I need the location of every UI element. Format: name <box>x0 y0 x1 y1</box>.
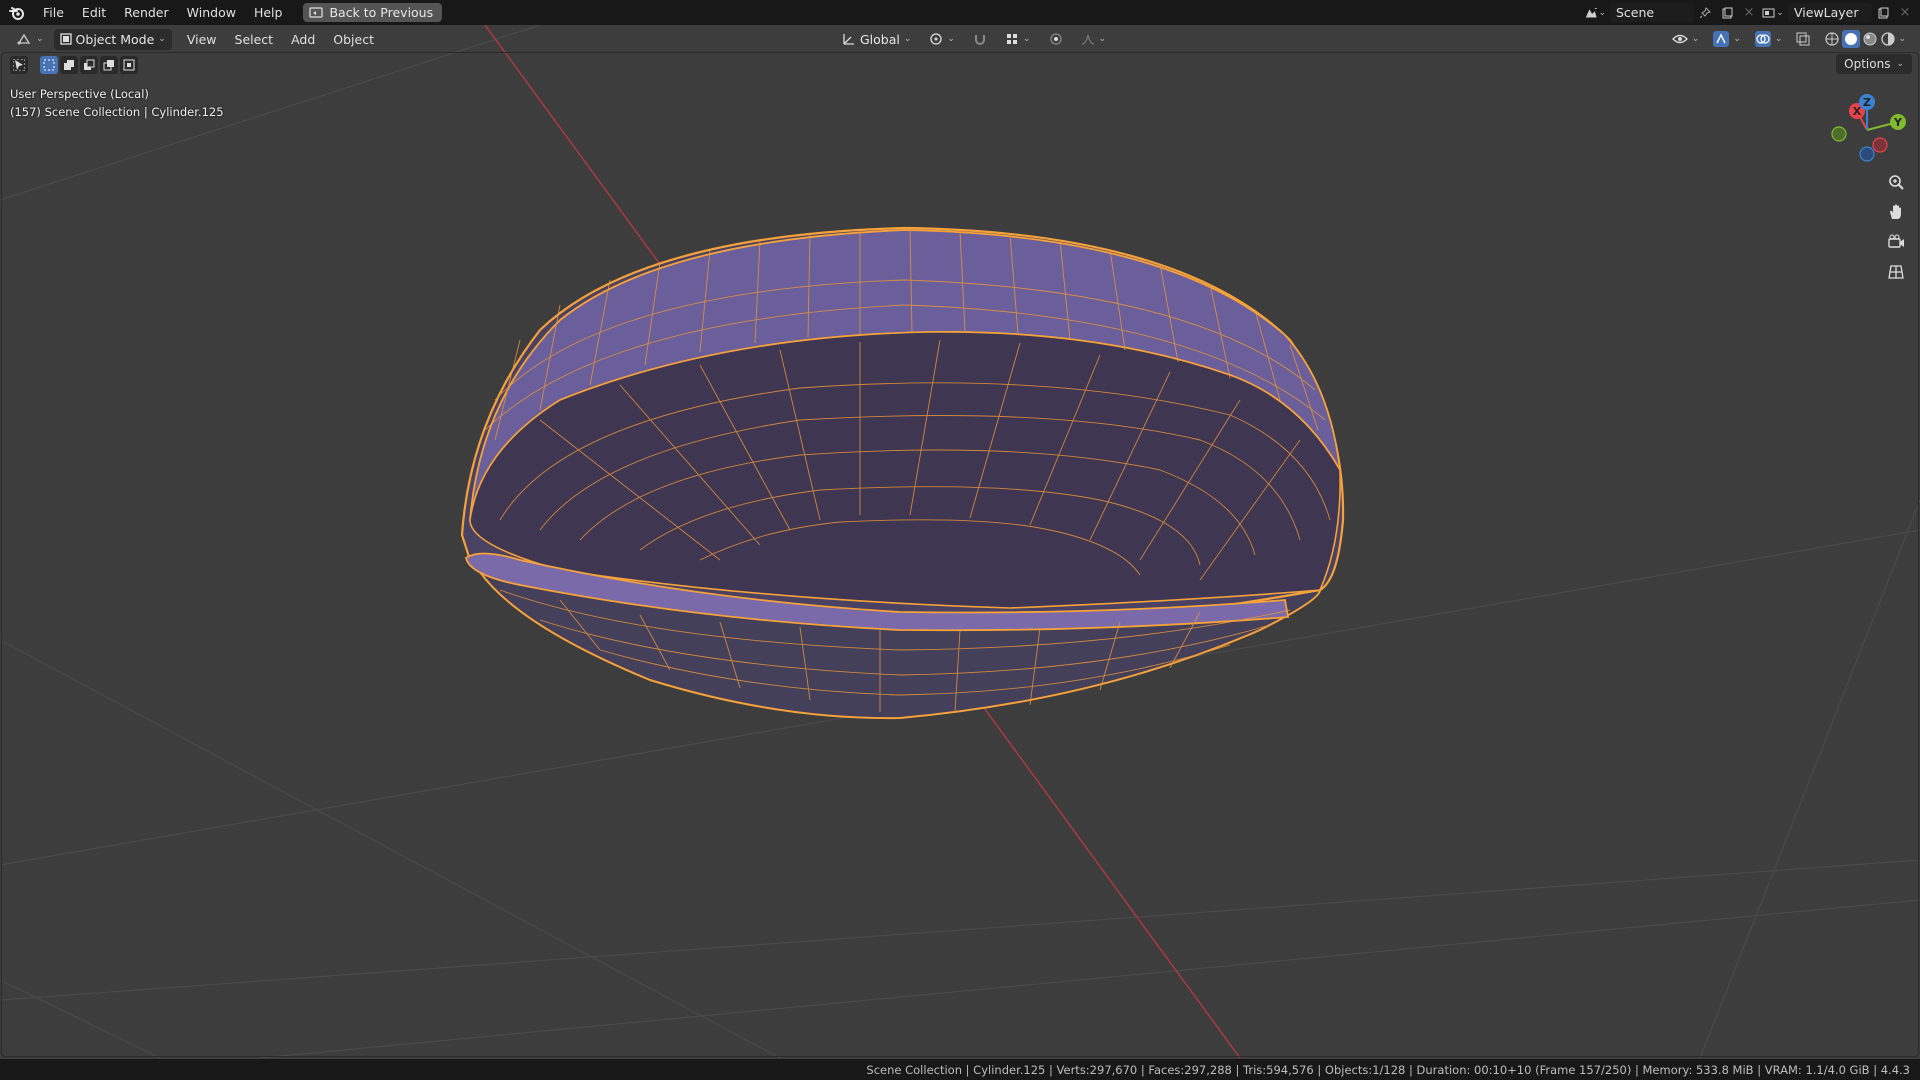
select-subtract-icon <box>84 59 95 70</box>
menu-select[interactable]: Select <box>226 32 283 47</box>
rendered-shading-icon[interactable] <box>1880 31 1896 47</box>
pivot-icon <box>930 33 943 45</box>
pin-icon[interactable] <box>1694 3 1716 22</box>
gizmo-neg-x[interactable] <box>1872 137 1888 153</box>
collection-label: (157) Scene Collection | Cylinder.125 <box>10 105 224 119</box>
view-layer-selector: ⌄ ViewLayer × <box>1762 2 1916 23</box>
camera-view-button[interactable] <box>1884 230 1908 254</box>
snap-toggle[interactable] <box>967 29 993 50</box>
view-layer-name-field[interactable]: ViewLayer <box>1788 3 1872 22</box>
eye-icon <box>1671 34 1688 44</box>
back-to-previous-label: Back to Previous <box>329 5 434 20</box>
viewport-header: ⌄ Object Mode ⌄ View Select Add Object G… <box>0 27 1920 51</box>
3d-viewport-icon <box>17 33 31 45</box>
camera-icon <box>1888 234 1904 248</box>
overlays-icon <box>1754 31 1771 47</box>
snap-target-dropdown[interactable]: ⌄ <box>999 29 1037 50</box>
pan-button[interactable] <box>1884 200 1908 224</box>
object-mode-icon <box>59 33 72 45</box>
menu-window[interactable]: Window <box>178 0 245 25</box>
scene-selector: ⌄ Scene × <box>1584 2 1760 23</box>
proportional-falloff-dropdown[interactable]: ⌄ <box>1075 29 1113 50</box>
new-scene-icon[interactable] <box>1716 3 1738 22</box>
selected-mesh-object[interactable] <box>460 226 1345 720</box>
screen-icon <box>309 6 324 18</box>
options-dropdown[interactable]: Options ⌄ <box>1836 54 1912 74</box>
visibility-dropdown[interactable]: ⌄ <box>1666 29 1706 50</box>
cursor-icon <box>13 59 25 71</box>
navigation-gizmo[interactable]: X Y Z <box>1820 88 1910 168</box>
shading-buttons: ⌄ <box>1818 29 1912 50</box>
select-new-mode[interactable] <box>40 56 58 74</box>
menu-file[interactable]: File <box>34 0 73 25</box>
menu-object[interactable]: Object <box>324 32 383 47</box>
material-shading-icon[interactable] <box>1862 31 1878 47</box>
select-intersect-icon <box>123 59 135 71</box>
transform-orientation-dropdown[interactable]: Global ⌄ <box>836 29 917 50</box>
blender-logo-icon[interactable] <box>0 0 34 25</box>
zoom-icon <box>1889 175 1904 190</box>
pivot-point-dropdown[interactable]: ⌄ <box>923 29 961 50</box>
wireframe-shading-icon[interactable] <box>1824 31 1840 47</box>
top-menu-bar: File Edit Render Window Help Back to Pre… <box>0 0 1920 25</box>
zoom-button[interactable] <box>1884 170 1908 194</box>
gizmo-x-label: X <box>1853 105 1862 118</box>
close-view-layer-icon[interactable]: × <box>1894 3 1916 22</box>
hand-icon <box>1890 204 1901 219</box>
snap-grid-icon <box>1006 34 1017 44</box>
xray-icon <box>1796 32 1810 46</box>
solid-shading-icon[interactable] <box>1842 30 1861 48</box>
menu-view[interactable]: View <box>178 32 226 47</box>
close-scene-icon[interactable]: × <box>1738 3 1760 22</box>
xray-toggle[interactable] <box>1790 29 1816 50</box>
mode-dropdown[interactable]: Object Mode ⌄ <box>53 28 172 50</box>
gizmo-icon <box>1713 31 1730 47</box>
options-label: Options <box>1844 57 1891 71</box>
3d-viewport[interactable] <box>0 25 1920 1058</box>
gizmo-neg-y[interactable] <box>1831 126 1847 142</box>
back-to-previous-button[interactable]: Back to Previous <box>303 3 443 22</box>
mode-label: Object Mode <box>75 31 155 47</box>
status-bar-text: Scene Collection | Cylinder.125 | Verts:… <box>866 1062 1910 1077</box>
select-extend-mode[interactable] <box>60 56 78 74</box>
select-tool-row <box>10 54 138 76</box>
gizmo-neg-z[interactable] <box>1859 146 1875 162</box>
status-bar: Scene Collection | Cylinder.125 | Verts:… <box>0 1059 1920 1080</box>
select-new-icon <box>43 59 55 71</box>
scene-icon[interactable]: ⌄ <box>1584 3 1606 22</box>
select-cursor-tool[interactable] <box>10 56 28 74</box>
scene-name-field[interactable]: Scene <box>1610 3 1694 22</box>
select-subtract-mode[interactable] <box>80 56 98 74</box>
proportional-editing-toggle[interactable] <box>1043 29 1069 50</box>
menu-add[interactable]: Add <box>282 32 324 47</box>
falloff-icon <box>1081 34 1094 45</box>
transform-orientation-label: Global <box>860 31 900 47</box>
gizmo-y-label: Y <box>1893 116 1903 129</box>
perspective-label: User Perspective (Local) <box>10 87 149 101</box>
overlays-toggle[interactable]: ⌄ <box>1749 29 1789 50</box>
select-invert-mode[interactable] <box>100 56 118 74</box>
proportional-icon <box>1049 33 1062 45</box>
new-view-layer-icon[interactable] <box>1872 3 1894 22</box>
magnet-icon <box>974 35 985 45</box>
select-intersect-mode[interactable] <box>120 56 138 74</box>
orientation-icon <box>843 34 854 45</box>
select-extend-icon <box>64 60 74 70</box>
select-invert-icon <box>103 60 114 71</box>
editor-type-button[interactable]: ⌄ <box>10 29 50 50</box>
gizmo-toggle[interactable]: ⌄ <box>1707 29 1747 50</box>
view-layer-icon[interactable]: ⌄ <box>1762 3 1784 22</box>
perspective-toggle-button[interactable] <box>1884 260 1908 284</box>
grid-perspective-icon <box>1888 265 1904 279</box>
menu-help[interactable]: Help <box>245 0 292 25</box>
gizmo-z-label: Z <box>1863 96 1871 109</box>
menu-edit[interactable]: Edit <box>73 0 115 25</box>
menu-render[interactable]: Render <box>115 0 178 25</box>
